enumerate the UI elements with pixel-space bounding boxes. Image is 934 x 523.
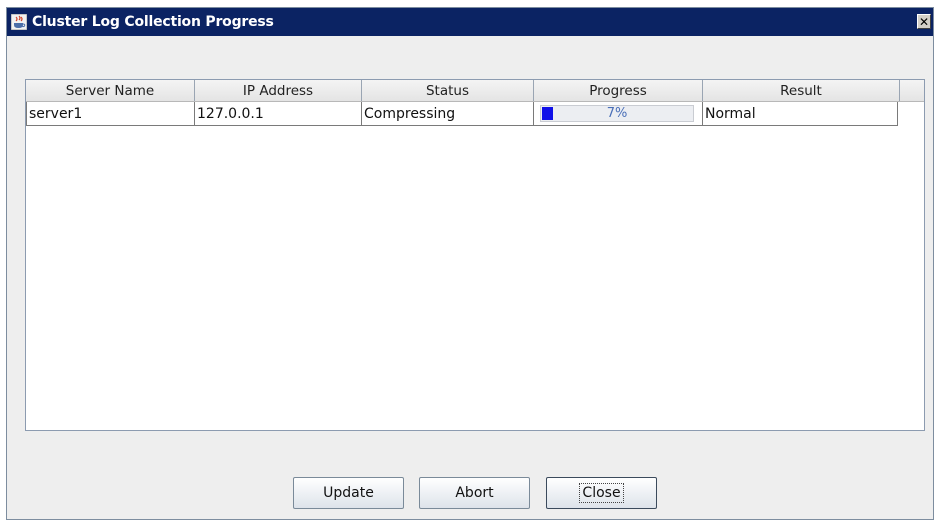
column-header-progress[interactable]: Progress [534, 80, 703, 101]
column-header-filler [900, 80, 924, 101]
close-button[interactable]: Close [546, 477, 657, 509]
cell-server-name: server1 [26, 102, 195, 125]
column-header-status[interactable]: Status [362, 80, 534, 101]
progress-percent-label: 7% [606, 106, 628, 121]
table-row[interactable]: server1 127.0.0.1 Compressing 7% Normal [26, 102, 898, 126]
window-title: Cluster Log Collection Progress [32, 14, 274, 30]
cell-progress: 7% [534, 102, 703, 125]
dialog-window: Cluster Log Collection Progress ✕ Server… [6, 7, 934, 520]
server-progress-table: Server Name IP Address Status Progress R… [25, 79, 925, 431]
update-button[interactable]: Update [293, 477, 404, 509]
column-header-server-name[interactable]: Server Name [26, 80, 195, 101]
column-header-result[interactable]: Result [703, 80, 900, 101]
abort-button[interactable]: Abort [419, 477, 530, 509]
cell-ip-address: 127.0.0.1 [195, 102, 362, 125]
cell-status: Compressing [362, 102, 534, 125]
close-button-label: Close [579, 483, 624, 503]
cell-result: Normal [703, 102, 898, 125]
table-header: Server Name IP Address Status Progress R… [26, 80, 924, 102]
java-cup-icon [10, 13, 28, 31]
close-icon: ✕ [918, 14, 930, 29]
close-window-button[interactable]: ✕ [917, 14, 931, 29]
title-bar[interactable]: Cluster Log Collection Progress ✕ [7, 8, 933, 36]
progress-bar: 7% [540, 105, 694, 122]
column-header-ip-address[interactable]: IP Address [195, 80, 362, 101]
